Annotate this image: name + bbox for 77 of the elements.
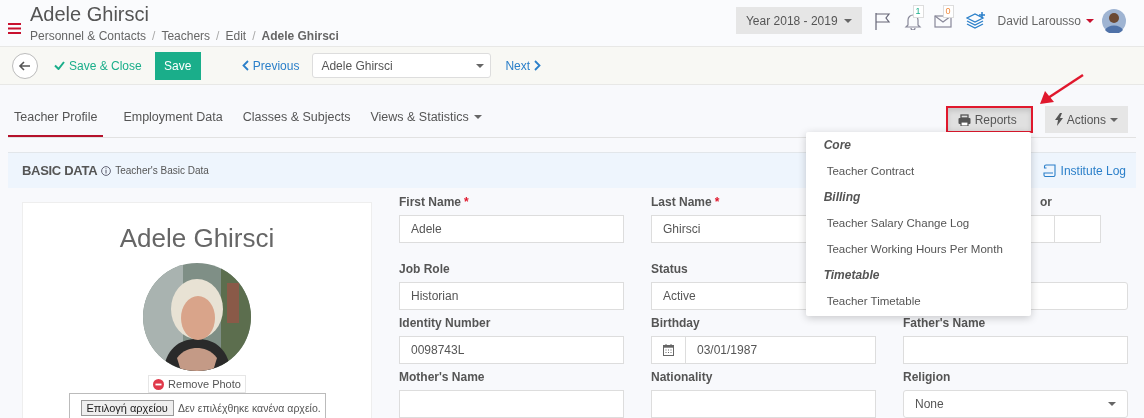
field-label: Last Name [651, 195, 712, 209]
input-field[interactable] [903, 336, 1128, 364]
year-dropdown[interactable]: Year 2018 - 2019 [735, 7, 862, 34]
breadcrumb-link[interactable]: Teachers [161, 29, 211, 43]
caret-icon [476, 63, 485, 68]
field-label: Father's Name [903, 316, 986, 330]
field-label: Job Role [399, 262, 450, 276]
caret-icon [1110, 117, 1118, 122]
calendar-icon [663, 344, 674, 356]
menu-icon[interactable] [8, 22, 21, 34]
check-icon [54, 61, 65, 70]
lightning-icon [1054, 113, 1063, 126]
actions-button[interactable]: Actions [1044, 106, 1128, 133]
printer-icon [957, 113, 971, 126]
field-label: Status [651, 262, 688, 276]
field-label: Nationality [651, 370, 713, 384]
menu-group-heading: Core [822, 137, 852, 154]
section-title: BASIC DATA [22, 163, 98, 178]
menu-item[interactable]: Teacher Contract [805, 158, 1031, 184]
field-label: Birthday [651, 316, 700, 330]
field-label: Mother's Name [399, 370, 485, 384]
previous-button[interactable]: Previous [241, 58, 300, 73]
caret-icon [843, 18, 852, 23]
menu-group-heading: Billing [822, 189, 862, 206]
tab[interactable]: Views & Statistics [370, 107, 482, 137]
count-badge: 0 [942, 4, 954, 18]
select-field[interactable]: None [903, 390, 1128, 418]
minus-circle-icon [153, 378, 165, 390]
input-field[interactable] [1054, 215, 1101, 243]
breadcrumb-separator: / [252, 29, 256, 43]
avatar-icon[interactable] [1102, 8, 1126, 33]
annotation-arrow [1038, 74, 1084, 106]
input-field[interactable]: Historian [399, 282, 624, 310]
file-field[interactable]: Επιλογή αρχείου Δεν επιλέχθηκε κανένα αρχείο. [68, 393, 326, 418]
flag-icon[interactable] [873, 11, 892, 30]
record-select[interactable]: Adele Ghirsci [312, 53, 492, 78]
breadcrumb-current: Adele Ghirsci [261, 29, 339, 43]
field-label: First Name [399, 195, 462, 209]
breadcrumb-link[interactable]: Edit [225, 29, 247, 43]
page-title: Adele Ghirsci [30, 2, 150, 27]
calendar-button[interactable] [651, 336, 685, 364]
field-label: or [1040, 195, 1052, 209]
input-field[interactable] [399, 390, 624, 418]
field-label: Identity Number [399, 316, 491, 330]
field-label: Religion [903, 370, 951, 384]
tab[interactable]: Employment Data [123, 107, 223, 137]
date-field[interactable]: 03/01/1987 [685, 336, 876, 364]
menu-group-heading: Timetable [822, 267, 881, 284]
chevron-left-icon [241, 60, 249, 71]
breadcrumb-separator: / [152, 29, 156, 43]
caret-icon [1108, 402, 1116, 406]
tab[interactable]: Classes & Subjects [242, 107, 351, 137]
next-button[interactable]: Next [505, 58, 542, 73]
caret-icon [1086, 18, 1094, 23]
count-badge: 1 [912, 4, 924, 18]
remove-photo-button[interactable]: Remove Photo [148, 375, 246, 393]
caret-icon [473, 115, 482, 119]
breadcrumb-separator: / [216, 29, 220, 43]
input-field[interactable] [651, 390, 876, 418]
required-mark: * [714, 195, 720, 209]
required-mark: * [464, 195, 469, 209]
file-status: Δεν επιλέχθηκε κανένα αρχείο. [177, 402, 321, 414]
info-icon [101, 165, 112, 176]
section-subtitle: Teacher's Basic Data [115, 165, 209, 176]
user-menu[interactable]: David Larousso [997, 13, 1094, 28]
breadcrumb-link[interactable]: Personnel & Contacts [30, 29, 147, 43]
input-field[interactable]: 0098743L [399, 336, 624, 364]
reports-button[interactable]: Reports [945, 106, 1033, 133]
institute-log-link[interactable]: Institute Log [1042, 163, 1126, 178]
scroll-icon [1042, 164, 1058, 177]
input-field[interactable]: Adele [399, 215, 624, 243]
profile-name: Adele Ghirsci [119, 222, 275, 254]
chevron-right-icon [534, 60, 542, 71]
tab[interactable]: Teacher Profile [8, 107, 104, 137]
back-button[interactable] [12, 52, 38, 79]
choose-file-button[interactable]: Επιλογή αρχείου [80, 400, 174, 416]
layers-plus-icon[interactable] [965, 10, 986, 31]
